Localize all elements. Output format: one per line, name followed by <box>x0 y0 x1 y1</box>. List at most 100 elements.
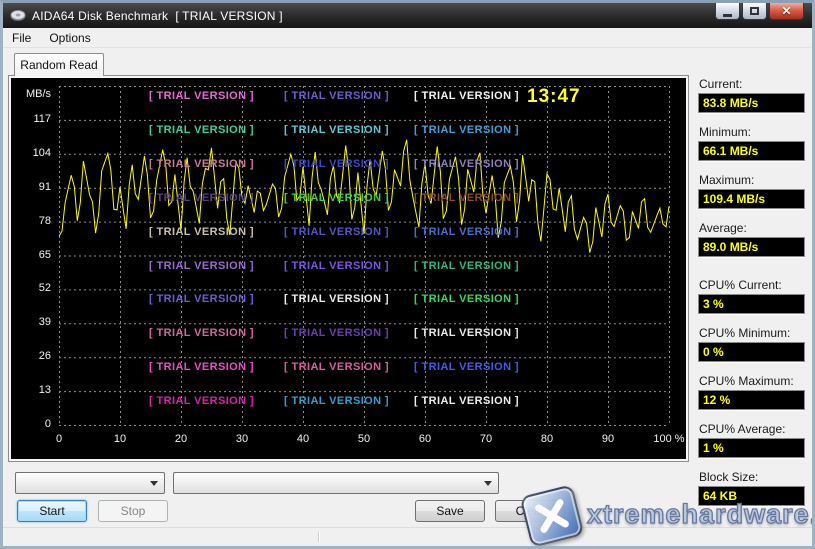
trial-watermark-r5-c0: [ TRIAL VERSION ] <box>149 260 254 272</box>
app-window: AIDA64 Disk Benchmark [ TRIAL VERSION ] … <box>0 0 815 549</box>
menu-item-file[interactable]: File <box>3 29 40 47</box>
trial-watermark-r0-c1: [ TRIAL VERSION ] <box>284 90 389 102</box>
trial-watermark-r7-c0: [ TRIAL VERSION ] <box>149 327 254 339</box>
x-tick-50: 50 <box>342 433 386 445</box>
stat-label-8: Block Size: <box>699 470 758 484</box>
xtremehardware-watermark: xtremehardware.it <box>515 487 815 549</box>
benchmark-chart: 13:47 MB/s117104917865523926130010203040… <box>11 78 686 459</box>
xtremehardware-text: xtremehardware.it <box>587 499 815 530</box>
save-button[interactable]: Save <box>415 500 485 522</box>
chart-clock: 13:47 <box>527 86 581 108</box>
start-button-label: Start <box>39 504 64 518</box>
maximize-icon <box>750 7 759 15</box>
x-tick-70: 70 <box>464 433 508 445</box>
y-tick-78: 78 <box>11 215 51 227</box>
stat-value-3: 89.0 MB/s <box>698 237 805 257</box>
x-tick-30: 30 <box>220 433 264 445</box>
title-bar: AIDA64 Disk Benchmark [ TRIAL VERSION ] … <box>3 3 812 28</box>
trial-watermark-r3-c1: [ TRIAL VERSION ] <box>284 192 389 204</box>
stat-label-2: Maximum: <box>699 173 754 187</box>
y-tick-26: 26 <box>11 350 51 362</box>
trial-watermark-r8-c1: [ TRIAL VERSION ] <box>284 361 389 373</box>
stat-label-4: CPU% Current: <box>699 278 782 292</box>
trial-watermark-r9-c0: [ TRIAL VERSION ] <box>149 395 254 407</box>
trial-watermark-r0-c0: [ TRIAL VERSION ] <box>149 90 254 102</box>
maximize-button[interactable] <box>742 3 767 20</box>
status-bar-divider <box>318 532 319 542</box>
stat-value-1: 66.1 MB/s <box>698 141 805 161</box>
y-tick-13: 13 <box>11 384 51 396</box>
stat-value-2: 109.4 MB/s <box>698 189 805 209</box>
x-tick-0: 0 <box>37 433 81 445</box>
trial-watermark-r4-c2: [ TRIAL VERSION ] <box>414 226 519 238</box>
trial-watermark-r7-c2: [ TRIAL VERSION ] <box>414 327 519 339</box>
trial-watermark-r9-c1: [ TRIAL VERSION ] <box>284 395 389 407</box>
trial-watermark-r9-c2: [ TRIAL VERSION ] <box>414 395 519 407</box>
trial-watermark-r6-c1: [ TRIAL VERSION ] <box>284 293 389 305</box>
trial-watermark-r1-c2: [ TRIAL VERSION ] <box>414 124 519 136</box>
y-tick-39: 39 <box>11 316 51 328</box>
trial-watermark-r2-c1: [ TRIAL VERSION ] <box>284 158 389 170</box>
close-icon: ✕ <box>781 4 791 18</box>
chevron-down-icon <box>484 481 492 486</box>
x-tick-100: 100 % <box>647 433 691 445</box>
stat-label-1: Minimum: <box>699 125 751 139</box>
start-button[interactable]: Start <box>17 500 87 522</box>
trial-watermark-r1-c0: [ TRIAL VERSION ] <box>149 124 254 136</box>
x-tick-10: 10 <box>98 433 142 445</box>
x-tick-20: 20 <box>159 433 203 445</box>
stat-label-7: CPU% Average: <box>699 422 786 436</box>
trial-watermark-r2-c2: [ TRIAL VERSION ] <box>414 158 519 170</box>
trial-watermark-r7-c1: [ TRIAL VERSION ] <box>284 327 389 339</box>
tab-label: Random Read <box>20 58 97 72</box>
stat-label-6: CPU% Maximum: <box>699 374 794 388</box>
y-tick-52: 52 <box>11 282 51 294</box>
stat-label-0: Current: <box>699 77 742 91</box>
save-button-label: Save <box>436 504 463 518</box>
trial-watermark-r0-c2: [ TRIAL VERSION ] <box>414 90 519 102</box>
stop-button[interactable]: Stop <box>98 500 168 522</box>
menu-item-options[interactable]: Options <box>40 29 99 47</box>
x-tick-80: 80 <box>525 433 569 445</box>
menu-bar: FileOptions <box>3 28 812 48</box>
stat-value-4: 3 % <box>698 294 805 314</box>
minimize-button[interactable] <box>715 3 740 20</box>
stop-button-label: Stop <box>121 504 146 518</box>
close-button[interactable]: ✕ <box>769 3 804 20</box>
tab-page: 13:47 MB/s117104917865523926130010203040… <box>8 75 689 462</box>
y-tick-117: 117 <box>11 113 51 125</box>
stat-value-6: 12 % <box>698 390 805 410</box>
x-icon-glyph <box>531 495 572 536</box>
y-tick-65: 65 <box>11 249 51 261</box>
stat-value-0: 83.8 MB/s <box>698 93 805 113</box>
window-title: AIDA64 Disk Benchmark [ TRIAL VERSION ] <box>32 9 283 23</box>
stat-value-7: 1 % <box>698 438 805 458</box>
stat-label-3: Average: <box>699 221 747 235</box>
x-tick-90: 90 <box>586 433 630 445</box>
trial-watermark-r5-c2: [ TRIAL VERSION ] <box>414 260 519 272</box>
disk-drive-select[interactable]: Disk Drive #1 [SPCCN PHD 3.0] (698.6 GB) <box>173 472 499 494</box>
trial-watermark-r5-c1: [ TRIAL VERSION ] <box>284 260 389 272</box>
tab-random-read[interactable]: Random Read <box>14 53 104 76</box>
trial-watermark-r6-c0: [ TRIAL VERSION ] <box>149 293 254 305</box>
trial-watermark-r2-c0: [ TRIAL VERSION ] <box>149 158 254 170</box>
app-icon <box>10 9 26 23</box>
y-tick-91: 91 <box>11 181 51 193</box>
x-icon <box>520 484 585 548</box>
stat-value-5: 0 % <box>698 342 805 362</box>
stat-label-5: CPU% Minimum: <box>699 326 790 340</box>
benchmark-type-select[interactable]: Random Read <box>15 472 165 494</box>
trial-watermark-r3-c2: [ TRIAL VERSION ] <box>414 192 519 204</box>
minimize-icon <box>723 14 732 17</box>
y-axis-unit-label: MB/s <box>11 88 51 100</box>
y-tick-104: 104 <box>11 147 51 159</box>
trial-watermark-r6-c2: [ TRIAL VERSION ] <box>414 293 519 305</box>
trial-watermark-r3-c0: [ TRIAL VERSION ] <box>149 192 254 204</box>
trial-watermark-r4-c1: [ TRIAL VERSION ] <box>284 226 389 238</box>
trial-watermark-r8-c2: [ TRIAL VERSION ] <box>414 361 519 373</box>
chevron-down-icon <box>150 481 158 486</box>
x-tick-60: 60 <box>403 433 447 445</box>
trial-watermark-r4-c0: [ TRIAL VERSION ] <box>149 226 254 238</box>
trial-watermark-r1-c1: [ TRIAL VERSION ] <box>284 124 389 136</box>
x-tick-40: 40 <box>281 433 325 445</box>
